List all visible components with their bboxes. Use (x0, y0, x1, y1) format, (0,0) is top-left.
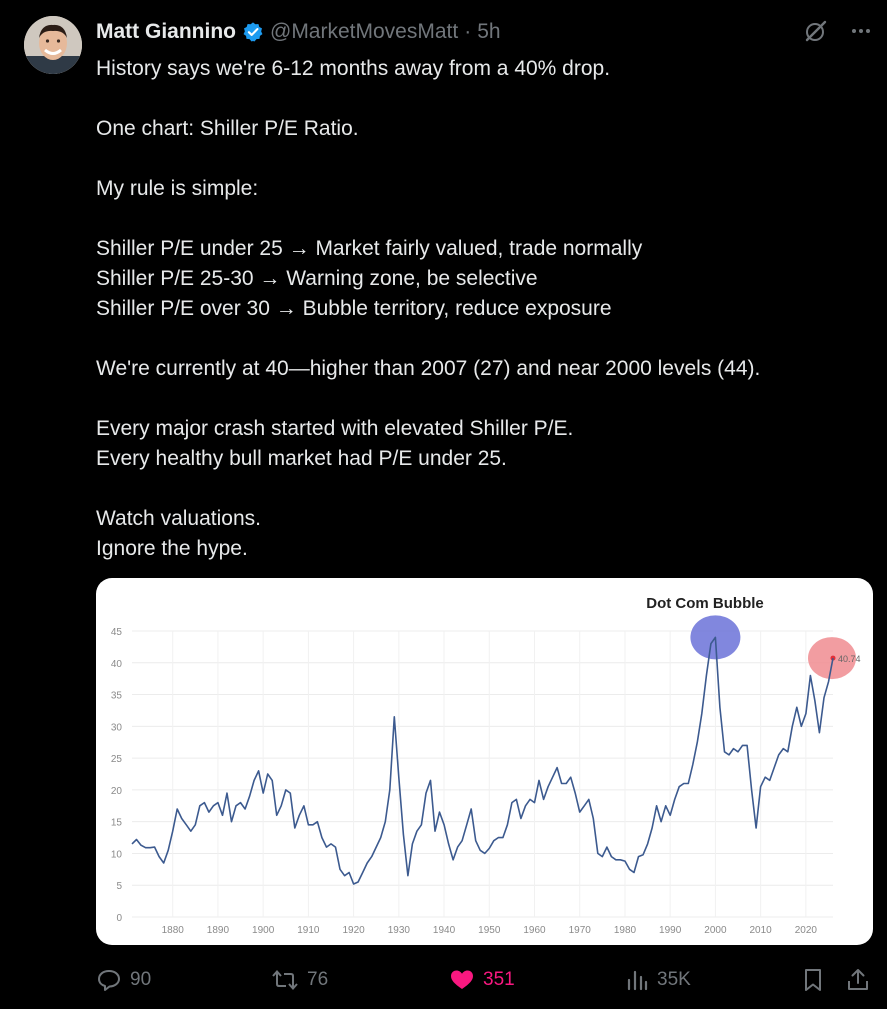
timestamp[interactable]: 5h (477, 20, 500, 44)
x-axis-ticks: 1880 1890 1900 1910 1920 1930 1940 1950 1960 1970… (162, 925, 818, 936)
y-tick-label: 25 (111, 754, 123, 765)
x-tick-label: 1920 (342, 925, 365, 936)
top-actions (803, 18, 873, 49)
like-count: 351 (483, 969, 515, 990)
x-tick-label: 1980 (614, 925, 637, 936)
repost-button[interactable]: 76 (271, 960, 328, 1000)
x-tick-label: 1940 (433, 925, 456, 936)
avatar-image (24, 16, 82, 74)
x-tick-label: 2020 (795, 925, 818, 936)
author-handle[interactable]: @MarketMovesMatt (270, 20, 458, 44)
avatar[interactable] (24, 16, 82, 74)
x-tick-label: 1990 (659, 925, 682, 936)
y-tick-label: 40 (111, 659, 123, 670)
y-tick-label: 30 (111, 722, 123, 733)
series-line (131, 636, 834, 885)
current-value-label: 40.74 (838, 654, 861, 664)
verified-badge-icon (242, 21, 264, 43)
tweet-text: History says we're 6-12 months away from… (96, 57, 761, 560)
x-tick-label: 2010 (750, 925, 773, 936)
grok-icon[interactable] (803, 18, 829, 49)
heart-icon (451, 970, 473, 989)
x-tick-label: 2000 (704, 925, 727, 936)
repost-icon (272, 969, 298, 991)
tweet-header: Matt Giannino @MarketMovesMatt · 5h (96, 18, 501, 46)
views-icon (627, 970, 648, 991)
like-button[interactable]: 351 (449, 960, 515, 1000)
y-tick-label: 10 (111, 849, 123, 860)
y-tick-label: 0 (116, 913, 122, 924)
x-tick-label: 1950 (478, 925, 501, 936)
chart-grid (132, 630, 833, 918)
share-icon (848, 969, 868, 990)
y-tick-label: 5 (116, 881, 122, 892)
chart-card[interactable]: 0 5 10 15 20 25 30 35 40 45 1880 1890 1900 1910 1920 1… (96, 578, 873, 945)
reply-icon (98, 970, 120, 991)
x-tick-label: 1890 (207, 925, 230, 936)
views-count: 35K (657, 969, 691, 990)
x-tick-label: 1880 (162, 925, 185, 936)
x-tick-label: 1930 (388, 925, 411, 936)
action-bar: 90 76 351 35K (0, 960, 887, 1000)
y-tick-label: 20 (111, 786, 123, 797)
author-name[interactable]: Matt Giannino (96, 20, 236, 44)
bookmark-icon (805, 969, 821, 991)
repost-count: 76 (307, 969, 329, 990)
y-tick-label: 15 (111, 818, 123, 829)
x-tick-label: 1970 (569, 925, 592, 936)
dotcom-annotation: Dot Com Bubble (646, 595, 764, 612)
more-icon[interactable] (849, 19, 873, 48)
separator: · (464, 20, 472, 43)
x-tick-label: 1960 (523, 925, 546, 936)
reply-count: 90 (130, 969, 152, 990)
y-tick-label: 35 (111, 691, 123, 702)
x-tick-label: 1900 (252, 925, 275, 936)
y-axis-ticks: 0 5 10 15 20 25 30 35 40 45 (111, 627, 123, 924)
bookmark-button[interactable] (801, 960, 833, 1000)
x-tick-label: 1910 (297, 925, 320, 936)
share-button[interactable] (846, 960, 878, 1000)
reply-button[interactable]: 90 (96, 960, 151, 1000)
y-tick-label: 45 (111, 627, 123, 638)
shiller-pe-chart: 051015202530354045 1880 1890 1900 1910 1920 1… (111, 595, 861, 936)
views-button[interactable]: 35K (625, 960, 691, 1000)
